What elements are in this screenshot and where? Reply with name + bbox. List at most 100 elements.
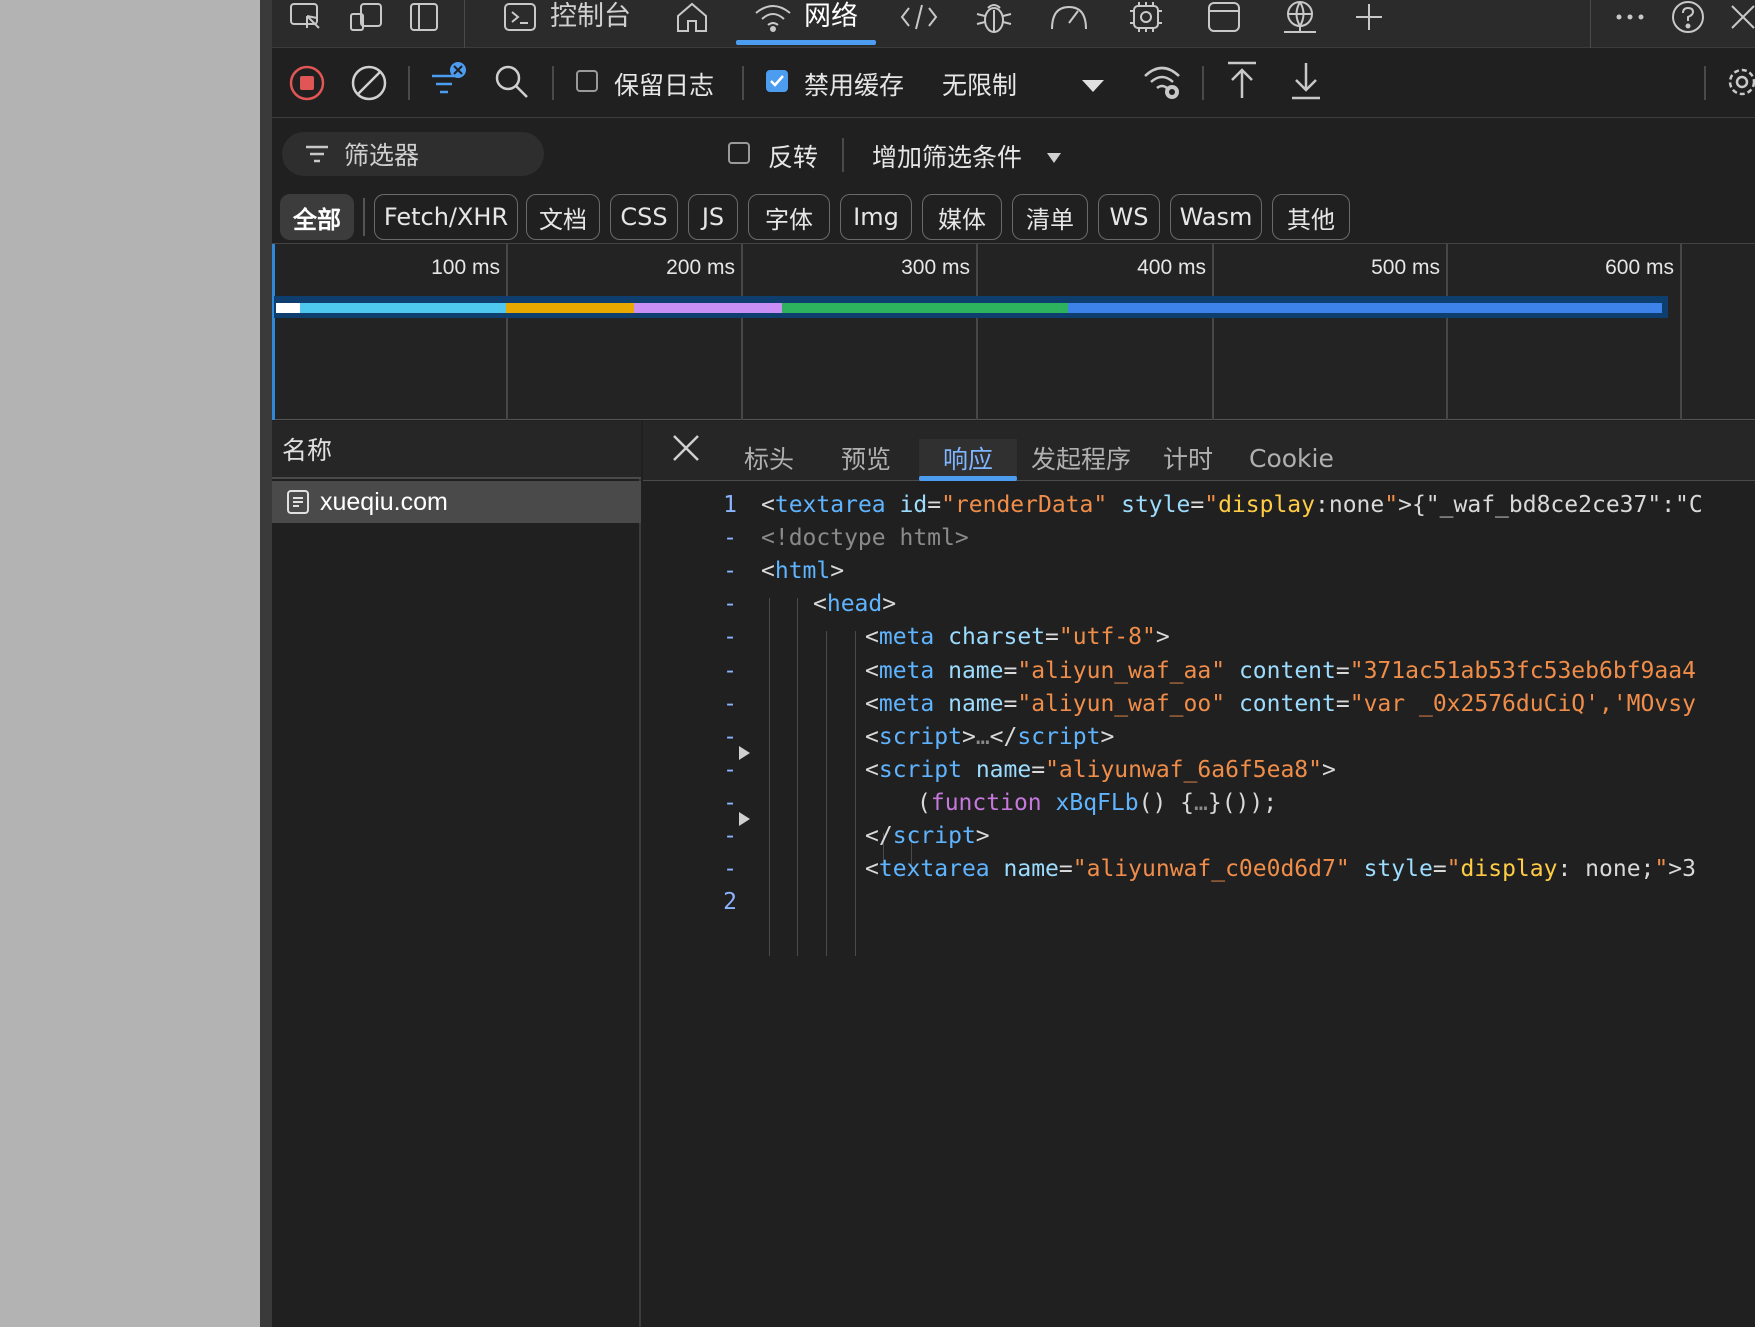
import-har-button[interactable] — [1224, 60, 1260, 102]
memory-chip-icon[interactable] — [1124, 0, 1168, 34]
tab-separator — [1590, 0, 1591, 48]
filter-row: 筛选器 反转 增加筛选条件 — [272, 118, 1755, 190]
line-number: - — [723, 657, 737, 684]
tab-separator — [464, 0, 465, 48]
type-filter-img[interactable]: Img — [840, 194, 912, 240]
stop-recording-button[interactable] — [288, 64, 326, 102]
close-devtools-icon[interactable] — [1728, 0, 1755, 34]
tab-headers[interactable]: 标头 — [744, 439, 794, 477]
line-number: - — [723, 591, 737, 618]
toolbar-separator — [742, 66, 744, 100]
background-area — [0, 0, 260, 1327]
type-filter-media[interactable]: 媒体 — [922, 194, 1002, 240]
resource-type-filters: 全部 Fetch/XHR 文档 CSS JS 字体 Img 媒体 清单 WS W… — [272, 190, 1755, 244]
overview-left-handle[interactable] — [272, 244, 275, 420]
type-filter-all[interactable]: 全部 — [280, 194, 354, 240]
preserve-log-label[interactable]: 保留日志 — [614, 66, 714, 102]
checkbox-box[interactable] — [576, 70, 598, 92]
filter-input[interactable]: 筛选器 — [282, 132, 544, 176]
device-toolbar-icon[interactable] — [346, 0, 386, 34]
timing-segment-waiting — [782, 303, 1068, 313]
wifi-icon[interactable] — [750, 0, 796, 34]
throttling-select[interactable]: 无限制 — [942, 66, 1017, 102]
code-line: - <script>…</script> — [643, 719, 1755, 756]
search-button[interactable] — [494, 64, 530, 100]
timing-segment-dns — [300, 303, 506, 313]
application-window-icon[interactable] — [1204, 0, 1244, 34]
code-text: </script> — [865, 823, 990, 849]
invert-checkbox[interactable] — [728, 142, 750, 164]
preserve-log-checkbox[interactable] — [576, 70, 598, 92]
export-har-button[interactable] — [1288, 60, 1324, 102]
network-conditions-button[interactable] — [1142, 62, 1184, 102]
console-icon[interactable] — [500, 0, 540, 34]
type-filter-doc[interactable]: 文档 — [526, 194, 600, 240]
timing-segment-ssl — [634, 303, 782, 313]
elements-code-icon[interactable] — [896, 0, 942, 34]
devtools-tabbar: 控制台 网络 — [272, 0, 1755, 48]
code-line: 1 <textarea id="renderData" style="displa… — [643, 487, 1755, 524]
tab-timing[interactable]: 计时 — [1163, 439, 1213, 477]
type-filter-manifest[interactable]: 清单 — [1012, 194, 1088, 240]
timing-segment-download — [1068, 303, 1662, 313]
home-icon[interactable] — [672, 0, 712, 34]
clear-button[interactable] — [350, 64, 388, 102]
record-icon — [289, 65, 325, 101]
download-icon — [1292, 63, 1320, 100]
inspect-element-icon[interactable] — [286, 0, 326, 34]
network-settings-button[interactable] — [1722, 62, 1755, 102]
chip-separator — [363, 198, 365, 236]
tab-network[interactable]: 网络 — [804, 0, 858, 34]
throttling-dropdown-icon[interactable] — [1080, 78, 1106, 94]
request-details: 标头 预览 响应 发起程序 计时 Cookie 1 <textarea id="r… — [643, 421, 1755, 1327]
tab-cookies[interactable]: Cookie — [1249, 439, 1334, 477]
line-number: 1 — [723, 492, 737, 518]
line-number: - — [723, 690, 737, 717]
tick-label: 100 ms — [431, 256, 500, 279]
code-text: (function xBqFLb() {…}()); — [917, 789, 1278, 816]
disable-cache-label[interactable]: 禁用缓存 — [804, 66, 904, 102]
code-text: <script name="aliyunwaf_6a6f5ea8"> — [865, 756, 1336, 783]
code-text: <!doctype html> — [761, 525, 969, 552]
type-filter-js[interactable]: JS — [688, 194, 738, 240]
checkbox-box[interactable] — [728, 142, 750, 164]
timing-segment-connect — [506, 303, 634, 313]
checkbox-box[interactable] — [766, 70, 788, 92]
tab-response[interactable]: 响应 — [919, 439, 1017, 477]
tab-console[interactable]: 控制台 — [550, 0, 631, 34]
sidebar-toggle-icon[interactable] — [406, 0, 442, 34]
more-filters-button[interactable]: 增加筛选条件 — [872, 138, 1022, 174]
code-text: <meta name="aliyun_waf_aa" content="371a… — [865, 657, 1696, 684]
tick-line — [506, 244, 508, 420]
tab-preview[interactable]: 预览 — [841, 439, 891, 477]
wifi-settings-icon — [1144, 66, 1180, 99]
more-filters-dropdown-icon[interactable] — [1046, 152, 1062, 164]
code-line: - <meta name="aliyun_waf_oo" content="var… — [643, 686, 1755, 723]
bug-icon[interactable] — [972, 0, 1016, 34]
response-code-view[interactable]: 1 <textarea id="renderData" style="displa… — [643, 481, 1755, 1327]
performance-icon[interactable] — [1046, 0, 1092, 34]
type-filter-ws[interactable]: WS — [1098, 194, 1160, 240]
add-tab-icon[interactable] — [1352, 0, 1386, 34]
close-details-icon[interactable] — [671, 433, 701, 468]
more-options-icon[interactable] — [1610, 0, 1650, 34]
timeline-overview[interactable]: 100 ms 200 ms 300 ms 400 ms 500 ms 600 m… — [272, 244, 1755, 420]
checkmark-icon — [770, 75, 784, 87]
type-filter-other[interactable]: 其他 — [1272, 194, 1350, 240]
search-icon — [495, 65, 528, 98]
request-row[interactable]: xueqiu.com — [272, 481, 641, 523]
tab-initiator[interactable]: 发起程序 — [1031, 439, 1131, 477]
name-column-header[interactable]: 名称 — [272, 421, 641, 479]
type-filter-wasm[interactable]: Wasm — [1170, 194, 1262, 240]
line-number: - — [723, 756, 737, 783]
type-filter-font[interactable]: 字体 — [748, 194, 830, 240]
filter-toggle-button[interactable] — [428, 60, 470, 102]
type-filter-fetch-xhr[interactable]: Fetch/XHR — [374, 194, 518, 240]
help-icon[interactable] — [1668, 0, 1708, 34]
invert-label[interactable]: 反转 — [768, 138, 818, 174]
tick-line — [976, 244, 978, 420]
type-filter-css[interactable]: CSS — [610, 194, 678, 240]
devtools-panel: 控制台 网络 保留日志 禁用缓存 无限制 筛选器 反转 增加筛选条件 全部 Fe… — [272, 0, 1755, 1327]
globe-icon[interactable] — [1278, 0, 1322, 34]
disable-cache-checkbox[interactable] — [766, 70, 788, 92]
